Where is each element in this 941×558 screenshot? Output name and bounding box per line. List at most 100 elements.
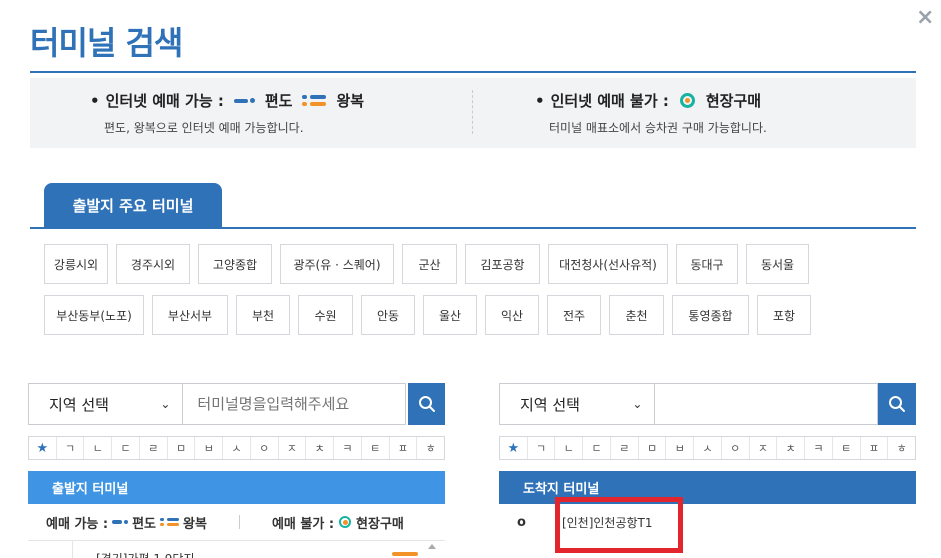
index-letter[interactable]: ㅂ	[666, 437, 695, 459]
terminal-chip[interactable]: 광주(유 · 스퀘어)	[280, 244, 394, 284]
index-letter[interactable]: ㄹ	[140, 437, 168, 459]
close-icon[interactable]: ×	[916, 5, 934, 30]
scroll-up-icon[interactable]	[428, 544, 436, 549]
info-divider	[472, 90, 473, 134]
oneway-icon	[112, 520, 129, 524]
terminal-chip[interactable]: 대전청사(선사유적)	[548, 244, 668, 284]
terminal-chip[interactable]: 경주시외	[116, 244, 190, 284]
index-letter[interactable]: ㄱ	[528, 437, 556, 459]
index-letter[interactable]: ㅎ	[417, 437, 444, 459]
index-letter[interactable]: ㄹ	[611, 437, 639, 459]
offline-booking-info: • 인터넷 예매 불가 : 현장구매 터미널 매표소에서 승차권 구매 가능합니…	[535, 90, 767, 136]
terminal-chip[interactable]: 울산	[423, 295, 477, 335]
terminal-chip[interactable]: 고양종합	[198, 244, 272, 284]
terminal-chip[interactable]: 포항	[757, 295, 811, 335]
departure-search-row: 지역 선택 ⌄	[28, 383, 445, 425]
departure-index-bar: ★ ㄱ ㄴ ㄷ ㄹ ㅁ ㅂ ㅅ ㅇ ㅈ ㅊ ㅋ ㅌ ㅍ ㅎ	[28, 436, 445, 460]
terminal-chip[interactable]: 안동	[361, 295, 415, 335]
search-icon	[889, 396, 906, 412]
oneway-icon	[233, 98, 255, 103]
index-letter[interactable]: ㅊ	[306, 437, 335, 459]
index-letter[interactable]: ㅁ	[639, 437, 667, 459]
index-letter[interactable]: ㅌ	[833, 437, 861, 459]
departure-list-header: 출발지 터미널	[28, 471, 445, 504]
departure-list-item[interactable]: [경기]가평 1.9단지	[28, 540, 445, 558]
bullet: •	[90, 91, 100, 110]
terminal-name: [경기]가평 1.9단지	[96, 550, 195, 558]
index-letter[interactable]: ㅈ	[279, 437, 307, 459]
index-letter[interactable]: ㅁ	[168, 437, 196, 459]
online-desc: 편도, 왕복으로 인터넷 예매 가능합니다.	[104, 121, 304, 135]
terminal-chip[interactable]: 부산서부	[152, 295, 228, 335]
terminal-chip[interactable]: 동대구	[676, 244, 738, 284]
region-select-label: 지역 선택	[49, 395, 109, 414]
terminal-chip[interactable]: 익산	[485, 295, 539, 335]
result-marker: o	[517, 515, 526, 530]
terminal-chip[interactable]: 춘천	[609, 295, 664, 335]
terminal-chip[interactable]: 통영종합	[672, 295, 749, 335]
index-letter[interactable]: ㅇ	[251, 437, 279, 459]
terminal-chip[interactable]: 전주	[547, 295, 601, 335]
bullet: •	[535, 91, 545, 110]
index-letter[interactable]: ㄷ	[583, 437, 611, 459]
oneway-label: 편도	[132, 516, 157, 532]
online-lead: 인터넷 예매 가능 :	[105, 92, 224, 110]
index-letter[interactable]: ㅎ	[888, 437, 915, 459]
onsite-label: 현장구매	[705, 92, 762, 110]
arrival-terminal-input[interactable]	[655, 383, 879, 425]
index-letter[interactable]: ㅇ	[722, 437, 750, 459]
terminal-chip[interactable]: 동서울	[746, 244, 809, 284]
chevron-down-icon: ⌄	[632, 397, 643, 411]
oneway-label: 편도	[264, 92, 293, 110]
index-letter[interactable]: ㅋ	[805, 437, 833, 459]
tab-major-departure-terminals[interactable]: 출발지 주요 터미널	[44, 183, 222, 227]
highlight-box	[555, 497, 683, 553]
index-letter[interactable]: ★	[500, 437, 528, 459]
departure-region-select[interactable]: 지역 선택 ⌄	[28, 383, 184, 425]
arrival-search-button[interactable]	[878, 383, 916, 425]
terminal-row-2: 부산동부(노포) 부산서부 부천 수원 안동 울산 익산 전주 춘천 통영종합 …	[44, 295, 904, 335]
onsite-purchase-icon	[339, 516, 352, 528]
terminal-chip[interactable]: 부산동부(노포)	[44, 295, 144, 335]
terminal-chip[interactable]: 강릉시외	[44, 244, 108, 284]
arrival-region-select[interactable]: 지역 선택 ⌄	[499, 383, 656, 425]
index-letter[interactable]: ㄷ	[112, 437, 140, 459]
index-letter[interactable]: ★	[29, 437, 57, 459]
round-label: 왕복	[183, 516, 207, 532]
offline-desc: 터미널 매표소에서 승차권 구매 가능합니다.	[549, 121, 767, 135]
index-letter[interactable]: ㅋ	[334, 437, 362, 459]
terminal-chip[interactable]: 군산	[402, 244, 457, 284]
index-letter[interactable]: ㄴ	[555, 437, 584, 459]
title-divider	[30, 71, 916, 73]
terminal-chip[interactable]: 부천	[236, 295, 290, 335]
terminal-row-1: 강릉시외 경주시외 고양종합 광주(유 · 스퀘어) 군산 김포공항 대전청사(…	[44, 244, 904, 284]
index-letter[interactable]: ㅍ	[390, 437, 418, 459]
departure-panel: 지역 선택 ⌄ ★ ㄱ ㄴ ㄷ ㄹ ㅁ ㅂ ㅅ ㅇ ㅈ ㅊ ㅋ ㅌ ㅍ ㅎ 출발…	[28, 383, 445, 541]
roundtrip-icon	[392, 552, 418, 556]
onsite-label: 현장구매	[356, 516, 404, 532]
major-terminal-list: 강릉시외 경주시외 고양종합 광주(유 · 스퀘어) 군산 김포공항 대전청사(…	[44, 244, 904, 346]
index-letter[interactable]: ㅌ	[362, 437, 390, 459]
booking-info-box: • 인터넷 예매 가능 : 편도 왕복 편도, 왕복으로 인터넷 예매 가능합니…	[30, 78, 916, 148]
terminal-chip[interactable]: 수원	[298, 295, 353, 335]
tab-divider	[30, 227, 916, 229]
index-letter[interactable]: ㅍ	[861, 437, 889, 459]
index-letter[interactable]: ㅅ	[694, 437, 722, 459]
departure-terminal-input[interactable]	[183, 383, 407, 425]
index-letter[interactable]: ㄱ	[57, 437, 85, 459]
index-letter[interactable]: ㅂ	[195, 437, 224, 459]
arrival-search-row: 지역 선택 ⌄	[499, 383, 916, 425]
index-letter[interactable]: ㄴ	[84, 437, 113, 459]
index-letter[interactable]: ㅈ	[750, 437, 778, 459]
page-title: 터미널 검색	[30, 24, 183, 62]
online-booking-info: • 인터넷 예매 가능 : 편도 왕복 편도, 왕복으로 인터넷 예매 가능합니…	[90, 90, 364, 136]
booking-legend: 예매 가능 : 편도 왕복 예매 불가 : 현장구매	[28, 504, 445, 541]
index-letter[interactable]: ㅅ	[223, 437, 251, 459]
index-letter[interactable]: ㅊ	[777, 437, 806, 459]
arrival-index-bar: ★ ㄱ ㄴ ㄷ ㄹ ㅁ ㅂ ㅅ ㅇ ㅈ ㅊ ㅋ ㅌ ㅍ ㅎ	[499, 436, 916, 460]
round-label: 왕복	[336, 92, 365, 110]
departure-search-button[interactable]	[408, 383, 445, 425]
region-select-label: 지역 선택	[520, 395, 580, 414]
offline-lead: 인터넷 예매 불가 :	[550, 92, 669, 110]
terminal-chip[interactable]: 김포공항	[465, 244, 540, 284]
